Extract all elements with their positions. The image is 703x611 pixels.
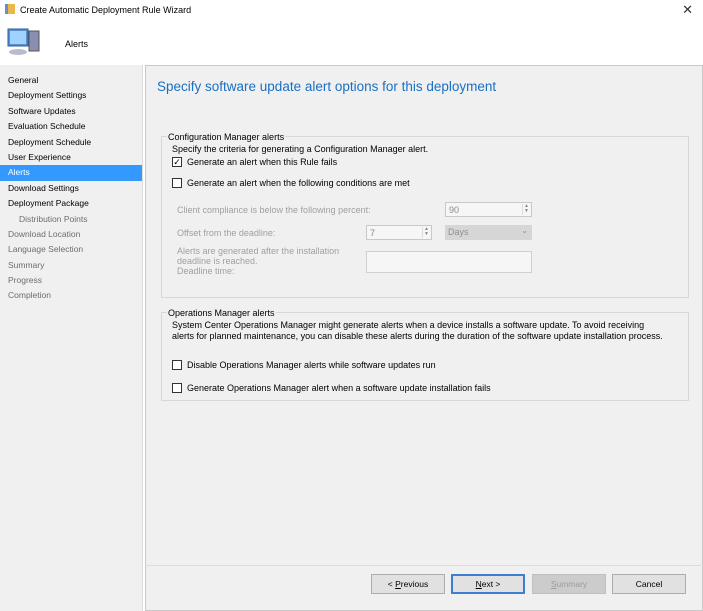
om-alert-install-fails-checkbox[interactable]: Generate Operations Manager alert when a…	[172, 383, 491, 393]
nav-item-download-settings[interactable]: Download Settings	[0, 181, 142, 196]
page-title: Alerts	[65, 39, 89, 49]
offset-label: Offset from the deadline:	[177, 228, 276, 238]
om-alerts-title: Operations Manager alerts	[167, 308, 276, 318]
nav-item-progress[interactable]: Progress	[0, 273, 142, 288]
close-icon[interactable]: ✕	[682, 2, 693, 18]
spinner-arrows-icon[interactable]: ▲ ▼	[522, 204, 530, 215]
nav-item-deployment-package[interactable]: Deployment Package	[0, 196, 142, 211]
checkbox-label: Generate an alert when the following con…	[187, 178, 410, 188]
summary-button[interactable]: Summary	[532, 574, 606, 594]
nav-item-evaluation-schedule[interactable]: Evaluation Schedule	[0, 119, 142, 134]
alert-conditions-checkbox[interactable]: Generate an alert when the following con…	[172, 178, 410, 188]
alert-rule-fails-checkbox[interactable]: ✓ Generate an alert when this Rule fails	[172, 157, 337, 167]
btn-text: revious	[400, 579, 429, 589]
om-desc-line: System Center Operations Manager might g…	[172, 320, 645, 330]
nav-item-distribution-points[interactable]: Distribution Points	[0, 212, 142, 227]
nav-item-alerts[interactable]: Alerts	[0, 165, 142, 181]
main-panel: Specify software update alert options fo…	[145, 65, 703, 611]
compliance-label: Client compliance is below the following…	[177, 205, 371, 215]
wizard-steps: General Deployment Settings Software Updat…	[0, 65, 143, 611]
nav-item-general[interactable]: General	[0, 73, 142, 88]
checkbox-unchecked-icon	[172, 383, 182, 393]
nav-item-software-updates[interactable]: Software Updates	[0, 104, 142, 119]
compliance-value: 90	[449, 205, 460, 215]
om-alerts-group: Operations Manager alerts System Center …	[161, 308, 689, 401]
cm-alerts-group: Configuration Manager alerts Specify the…	[161, 132, 689, 298]
checkbox-checked-icon: ✓	[172, 157, 182, 167]
checkbox-label: Disable Operations Manager alerts while …	[187, 360, 436, 370]
deadline-label-line: deadline is reached.	[177, 256, 258, 266]
deadline-label: Alerts are generated after the installat…	[177, 246, 339, 276]
window-title: Create Automatic Deployment Rule Wizard	[20, 5, 192, 15]
section-heading: Specify software update alert options fo…	[157, 79, 497, 94]
nav-item-completion[interactable]: Completion	[0, 288, 142, 303]
previous-button[interactable]: < Previous	[371, 574, 445, 594]
om-desc-line: alerts for planned maintenance, you can …	[172, 331, 663, 341]
footer-divider	[145, 565, 703, 566]
cancel-button[interactable]: Cancel	[612, 574, 686, 594]
nav-item-summary[interactable]: Summary	[0, 258, 142, 273]
om-alerts-desc: System Center Operations Manager might g…	[172, 320, 663, 342]
nav-item-download-location[interactable]: Download Location	[0, 227, 142, 242]
disable-om-alerts-checkbox[interactable]: Disable Operations Manager alerts while …	[172, 360, 436, 370]
nav-item-deployment-settings[interactable]: Deployment Settings	[0, 88, 142, 103]
spinner-arrows-icon[interactable]: ▲ ▼	[422, 227, 430, 238]
checkbox-label: Generate Operations Manager alert when a…	[187, 383, 491, 393]
wizard-header: Alerts	[0, 20, 703, 65]
computer-icon	[7, 28, 40, 55]
offset-unit-select[interactable]: Days ⌄	[445, 225, 532, 240]
checkbox-label: Generate an alert when this Rule fails	[187, 157, 338, 167]
nav-item-user-experience[interactable]: User Experience	[0, 150, 142, 165]
chevron-down-icon: ⌄	[521, 226, 528, 235]
btn-text: ext >	[481, 579, 501, 589]
nav-item-language-selection[interactable]: Language Selection	[0, 242, 142, 257]
cm-alerts-desc: Specify the criteria for generating a Co…	[172, 144, 429, 154]
cm-alerts-title: Configuration Manager alerts	[167, 132, 286, 142]
deadline-time-field[interactable]	[366, 251, 532, 273]
offset-value: 7	[370, 228, 376, 238]
deadline-label-line: Deadline time:	[177, 266, 235, 276]
offset-unit-value: Days	[448, 227, 469, 237]
wizard-icon	[5, 4, 15, 14]
btn-text: ummary	[556, 579, 588, 589]
checkbox-unchecked-icon	[172, 178, 182, 188]
offset-spinner[interactable]: 7 ▲ ▼	[366, 225, 432, 240]
compliance-percent-spinner[interactable]: 90 ▲ ▼	[445, 202, 532, 217]
next-button[interactable]: Next >	[451, 574, 525, 594]
nav-item-deployment-schedule[interactable]: Deployment Schedule	[0, 135, 142, 150]
deadline-label-line: Alerts are generated after the installat…	[177, 246, 340, 256]
title-bar: Create Automatic Deployment Rule Wizard …	[0, 0, 703, 20]
checkbox-unchecked-icon	[172, 360, 182, 370]
